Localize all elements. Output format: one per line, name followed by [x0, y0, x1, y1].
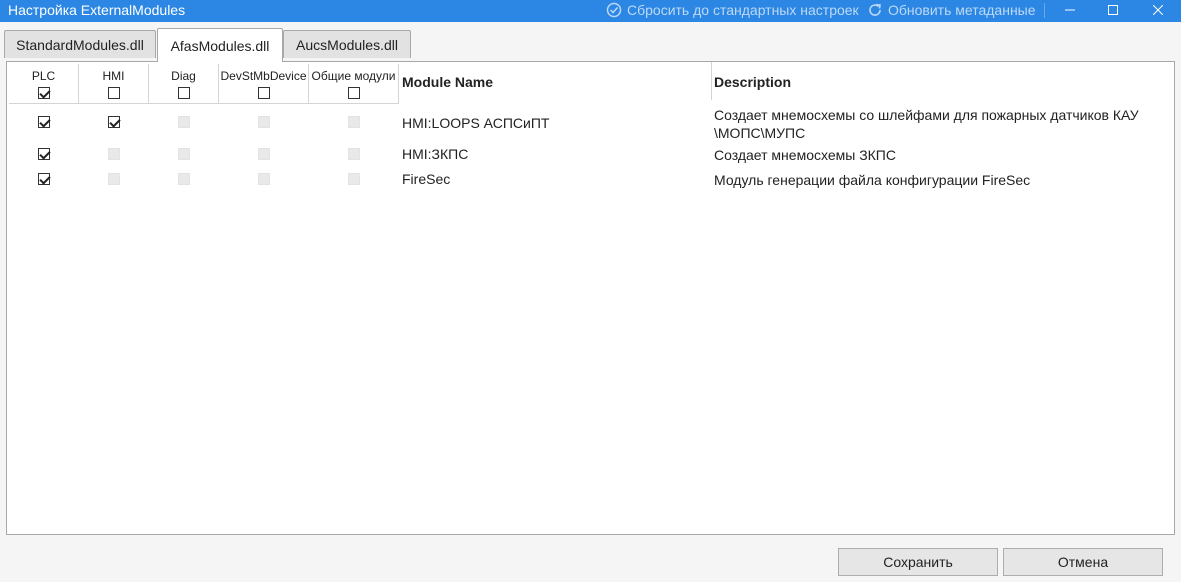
row-hmi-checkbox[interactable] [108, 116, 120, 128]
column-label-hmi: HMI [102, 69, 125, 83]
row-description: Модуль генерации файла конфигурации Fire… [714, 172, 1031, 188]
row-devstmbdevice-checkbox [258, 116, 270, 128]
row-common-modules-checkbox [348, 116, 360, 128]
reset-defaults-label: Сбросить до стандартных настроек [627, 2, 859, 18]
modules-grid: PLC HMI Diag DevStMbDevice Общие модули … [6, 61, 1175, 535]
maximize-icon [1108, 2, 1118, 20]
minimize-icon [1065, 2, 1075, 20]
row-hmi-checkbox [108, 148, 120, 160]
common-modules-select-all-checkbox[interactable] [347, 87, 360, 99]
tab-aucs-modules[interactable]: AucsModules.dll [283, 30, 411, 58]
devstmbdevice-select-all-checkbox[interactable] [257, 87, 270, 99]
row-devstmbdevice-checkbox [258, 173, 270, 185]
column-label-common-modules: Общие модули [311, 69, 396, 83]
column-label-devstmbdevice: DevStMbDevice [220, 69, 307, 83]
row-module-name: HMI:ЗКПС [402, 146, 469, 162]
column-header-hmi: HMI [79, 64, 149, 104]
table-row[interactable]: FireSec Модуль генерации файла конфигура… [7, 169, 1174, 193]
title-bar-separator [1044, 3, 1045, 18]
row-module-name: FireSec [402, 171, 451, 187]
save-button[interactable]: Сохранить [838, 548, 998, 576]
refresh-icon [867, 2, 883, 18]
row-plc-checkbox[interactable] [38, 148, 50, 160]
reset-icon [606, 2, 622, 18]
table-row[interactable]: HMI:ЗКПС Создает мнемосхемы ЗКПС [7, 144, 1174, 168]
row-common-modules-checkbox [348, 173, 360, 185]
maximize-button[interactable] [1090, 0, 1136, 22]
column-header-plc: PLC [9, 64, 79, 104]
column-divider [711, 62, 712, 100]
plc-select-all-checkbox[interactable] [37, 87, 50, 99]
minimize-button[interactable] [1047, 0, 1093, 22]
diag-select-all-checkbox[interactable] [177, 87, 190, 99]
column-header-module-name[interactable]: Module Name [402, 62, 493, 102]
row-module-name: HMI:LOOPS АСПСиПТ [402, 115, 550, 131]
cancel-button[interactable]: Отмена [1003, 548, 1163, 576]
refresh-metadata-button[interactable]: Обновить метаданные [867, 2, 1036, 18]
table-row[interactable]: HMI:LOOPS АСПСиПТ Создает мнемосхемы со … [7, 106, 1174, 142]
close-button[interactable] [1135, 0, 1181, 22]
column-label-plc: PLC [31, 69, 56, 83]
column-header-common-modules: Общие модули [309, 64, 399, 104]
column-header-description[interactable]: Description [714, 62, 791, 102]
row-common-modules-checkbox [348, 148, 360, 160]
close-icon [1152, 2, 1164, 20]
tab-afas-modules[interactable]: AfasModules.dll [157, 28, 283, 62]
row-plc-checkbox[interactable] [38, 173, 50, 185]
row-description: Создает мнемосхемы со шлейфами для пожар… [714, 107, 1139, 141]
row-diag-checkbox [178, 148, 190, 160]
row-devstmbdevice-checkbox [258, 148, 270, 160]
hmi-select-all-checkbox[interactable] [107, 87, 120, 99]
row-description: Создает мнемосхемы ЗКПС [714, 147, 896, 163]
window-title: Настройка ExternalModules [8, 2, 186, 18]
column-header-diag: Diag [149, 64, 219, 104]
row-diag-checkbox [178, 116, 190, 128]
column-label-diag: Diag [171, 69, 196, 83]
tab-standard-modules[interactable]: StandardModules.dll [4, 30, 156, 58]
reset-defaults-button[interactable]: Сбросить до стандартных настроек [606, 2, 859, 18]
row-diag-checkbox [178, 173, 190, 185]
refresh-metadata-label: Обновить метаданные [888, 2, 1036, 18]
row-hmi-checkbox [108, 173, 120, 185]
row-plc-checkbox[interactable] [38, 116, 50, 128]
title-bar: Настройка ExternalModules Сбросить до ст… [0, 0, 1181, 22]
column-header-devstmbdevice: DevStMbDevice [219, 64, 309, 104]
